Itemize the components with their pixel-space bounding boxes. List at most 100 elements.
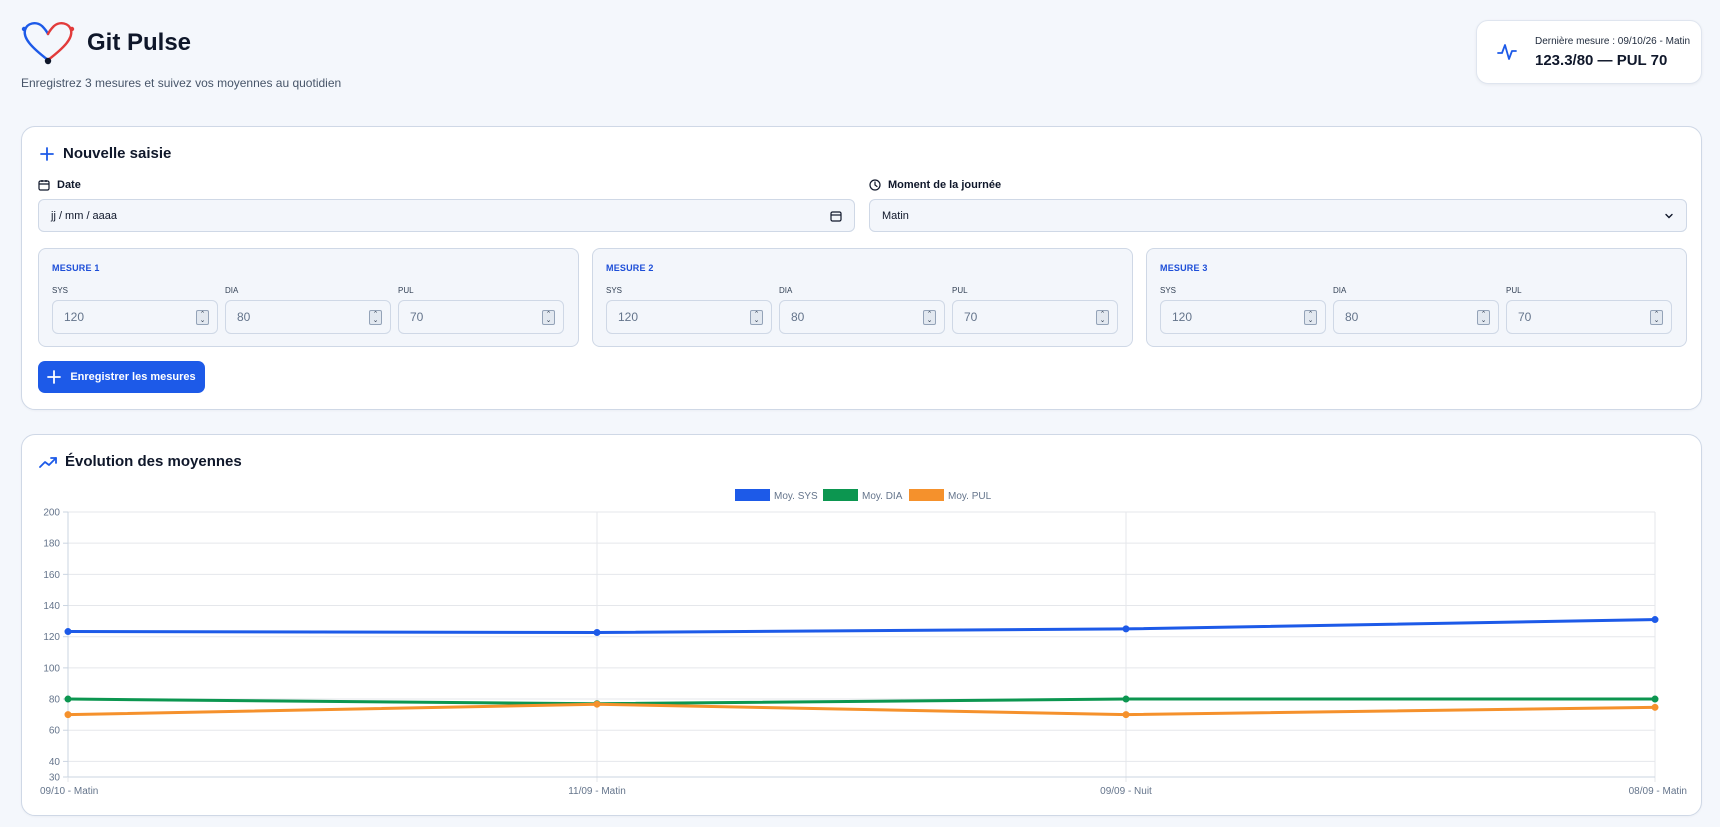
legend-label-moy-pul: Moy. PUL [948, 491, 992, 502]
legend-label-moy-sys: Moy. SYS [774, 491, 818, 502]
y-tick-label: 80 [49, 695, 61, 706]
app-header: Git Pulse Enregistrez 3 mesures et suive… [21, 20, 1701, 90]
stepper-icon[interactable]: ⌃ ⌄ [1477, 310, 1490, 325]
sys-input[interactable]: 120 ⌃ ⌄ [606, 300, 772, 334]
sys-input[interactable]: 120 ⌃ ⌄ [52, 300, 218, 334]
data-point-moy-pul [64, 711, 72, 719]
data-point-moy-pul [1122, 711, 1130, 719]
y-tick-label: 180 [43, 539, 60, 550]
new-entry-header: Nouvelle saisie [39, 145, 171, 162]
new-entry-title: Nouvelle saisie [63, 145, 172, 162]
moment-select[interactable]: Matin [869, 199, 1687, 232]
data-point-moy-sys [593, 628, 601, 636]
stepper-icon[interactable]: ⌃ ⌄ [1650, 310, 1663, 325]
stepper-icon[interactable]: ⌃ ⌄ [196, 310, 209, 325]
series-line-moy-sys [67, 618, 1656, 634]
y-tick-label: 160 [43, 570, 60, 581]
new-entry-card: Nouvelle saisie Date jj / mm / aaaa Mome… [21, 126, 1702, 410]
date-placeholder: jj / mm / aaaa [51, 209, 118, 222]
sys-input[interactable]: 120 ⌃ ⌄ [1160, 300, 1326, 334]
data-point-moy-sys [1122, 625, 1130, 633]
y-tick-label: 60 [49, 726, 61, 737]
calendar-picker-icon[interactable] [830, 210, 842, 222]
x-tick-label: 09/10 - Matin [40, 786, 98, 797]
plus-icon [40, 146, 54, 161]
dia-input[interactable]: 80 ⌃ ⌄ [1333, 300, 1499, 334]
app-subtitle: Enregistrez 3 mesures et suivez vos moye… [21, 76, 342, 90]
data-point-moy-sys [64, 628, 72, 636]
stepper-icon[interactable]: ⌃ ⌄ [369, 310, 382, 325]
y-tick-label: 30 [49, 773, 61, 784]
data-point-moy-dia [1122, 695, 1130, 703]
data-point-moy-dia [64, 695, 72, 703]
mesure-group-3: MESURE 3 SYS DIA PUL 120 ⌃ ⌄ 80 ⌃ ⌄ 70 ⌃ ⌄ [1146, 248, 1687, 347]
stepper-icon[interactable]: ⌃ ⌄ [542, 310, 555, 325]
sys-value: 120 [64, 310, 85, 324]
stepper-icon[interactable]: ⌃ ⌄ [1096, 310, 1109, 325]
legend-label-moy-dia: Moy. DIA [862, 491, 903, 502]
series-line-moy-dia [67, 697, 1655, 706]
pul-value: 70 [1518, 310, 1532, 324]
dia-value: 80 [1345, 310, 1359, 324]
x-tick-label: 11/09 - Matin [568, 786, 626, 797]
date-label: Date [38, 179, 81, 191]
pul-input[interactable]: 70 ⌃ ⌄ [398, 300, 564, 334]
y-tick-label: 40 [49, 757, 61, 768]
mesure-group-2: MESURE 2 SYS DIA PUL 120 ⌃ ⌄ 80 ⌃ ⌄ 70 ⌃ ⌄ [592, 248, 1133, 347]
y-tick-label: 120 [43, 632, 60, 643]
last-measure-card: Dernière mesure : 09/10/26 - Matin 123.3… [1476, 20, 1702, 84]
mesure-title: MESURE 1 [52, 263, 100, 273]
y-tick-label: 200 [43, 508, 60, 519]
x-tick-label: 09/09 - Nuit [1100, 786, 1152, 797]
pul-label: PUL [952, 286, 968, 295]
data-point-moy-dia [1651, 695, 1659, 703]
mesure-title: MESURE 2 [606, 263, 654, 273]
x-tick-label: 08/09 - Matin [1629, 786, 1687, 797]
last-measure-value: 123.3/80 — PUL 70 [1535, 51, 1668, 69]
app-title: Git Pulse [87, 29, 192, 56]
chevron-down-icon [1665, 213, 1673, 218]
legend-swatch-moy-pul [909, 489, 944, 501]
save-measures-button[interactable]: Enregistrer les mesures [38, 361, 205, 393]
sys-label: SYS [1160, 286, 1177, 295]
sys-value: 120 [1172, 310, 1193, 324]
averages-line-chart: 30 40 60 80 100 120 140 160 180 200 09/10 - Matin 1… [40, 489, 1687, 797]
dia-input[interactable]: 80 ⌃ ⌄ [225, 300, 391, 334]
sys-value: 120 [618, 310, 639, 324]
series-line-moy-pul [67, 702, 1656, 717]
stepper-icon[interactable]: ⌃ ⌄ [750, 310, 763, 325]
pul-input[interactable]: 70 ⌃ ⌄ [1506, 300, 1672, 334]
clock-icon [869, 179, 881, 191]
y-tick-label: 100 [43, 663, 60, 674]
legend-swatch-moy-sys [735, 489, 770, 501]
dia-value: 80 [237, 310, 251, 324]
last-measure-label: Dernière mesure : 09/10/26 - Matin [1535, 35, 1691, 47]
dia-label: DIA [225, 286, 239, 295]
pul-label: PUL [1506, 286, 1522, 295]
date-label-text: Date [57, 179, 81, 191]
heart-stethoscope-icon [21, 22, 75, 65]
pulse-icon [1497, 44, 1517, 60]
dia-label: DIA [1333, 286, 1347, 295]
stepper-icon[interactable]: ⌃ ⌄ [923, 310, 936, 325]
pul-value: 70 [964, 310, 978, 324]
data-point-moy-pul [1651, 703, 1659, 711]
date-input[interactable]: jj / mm / aaaa [38, 199, 855, 232]
stepper-icon[interactable]: ⌃ ⌄ [1304, 310, 1317, 325]
pul-value: 70 [410, 310, 424, 324]
y-tick-label: 140 [43, 601, 60, 612]
moment-select-value: Matin [882, 209, 909, 222]
moment-label-text: Moment de la journée [888, 179, 1002, 191]
sys-label: SYS [52, 286, 69, 295]
mesure-group-1: MESURE 1 SYS DIA PUL 120 ⌃ ⌄ 80 ⌃ ⌄ 70 ⌃ ⌄ [38, 248, 579, 347]
dia-value: 80 [791, 310, 805, 324]
calendar-icon [38, 180, 50, 191]
mesure-title: MESURE 3 [1160, 263, 1208, 273]
legend-swatch-moy-dia [823, 489, 858, 501]
sys-label: SYS [606, 286, 623, 295]
moment-label: Moment de la journée [869, 179, 1001, 191]
dia-input[interactable]: 80 ⌃ ⌄ [779, 300, 945, 334]
dia-label: DIA [779, 286, 793, 295]
pul-input[interactable]: 70 ⌃ ⌄ [952, 300, 1118, 334]
plus-icon [47, 370, 62, 384]
